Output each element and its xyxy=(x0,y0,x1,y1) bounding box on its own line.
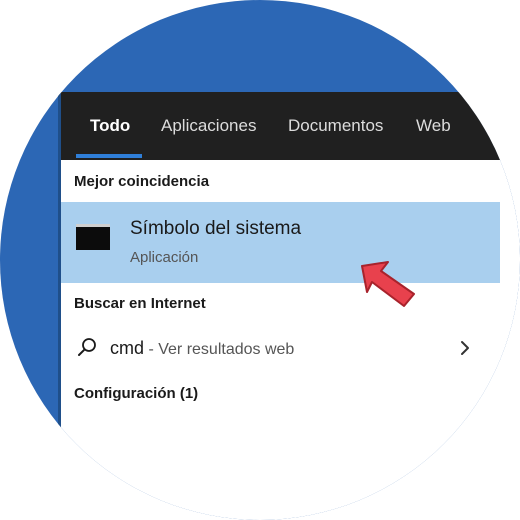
web-search-heading: Buscar en Internet xyxy=(74,295,206,312)
command-prompt-icon xyxy=(76,224,110,250)
screenshot-circle-frame: Todo Aplicaciones Documentos Web Mejor c… xyxy=(0,0,520,520)
best-match-type: Aplicación xyxy=(130,249,199,266)
chevron-right-icon[interactable] xyxy=(458,338,472,358)
panel-left-edge xyxy=(58,92,61,520)
best-match-heading: Mejor coincidencia xyxy=(74,173,210,190)
search-results-panel: Todo Aplicaciones Documentos Web Mejor c… xyxy=(58,92,520,520)
tab-todo[interactable]: Todo xyxy=(90,116,130,136)
active-tab-indicator xyxy=(76,154,142,158)
settings-heading: Configuración (1) xyxy=(74,385,199,402)
best-match-result[interactable]: Símbolo del sistema Aplicación xyxy=(60,202,500,283)
tab-documentos[interactable]: Documentos xyxy=(288,116,383,136)
red-arrow-pointer-icon xyxy=(361,261,415,307)
tab-web[interactable]: Web xyxy=(416,116,451,136)
web-search-result[interactable]: cmd - Ver resultados web xyxy=(60,330,500,366)
search-icon xyxy=(78,338,96,356)
web-search-hint: Ver resultados web xyxy=(158,341,295,358)
best-match-title: Símbolo del sistema xyxy=(130,218,302,239)
web-search-separator: - xyxy=(144,341,159,358)
tab-aplicaciones[interactable]: Aplicaciones xyxy=(161,116,256,136)
web-search-query: cmd xyxy=(110,338,145,358)
search-tabs-bar: Todo Aplicaciones Documentos Web xyxy=(58,92,520,160)
web-search-text: cmd - Ver resultados web xyxy=(110,338,294,359)
